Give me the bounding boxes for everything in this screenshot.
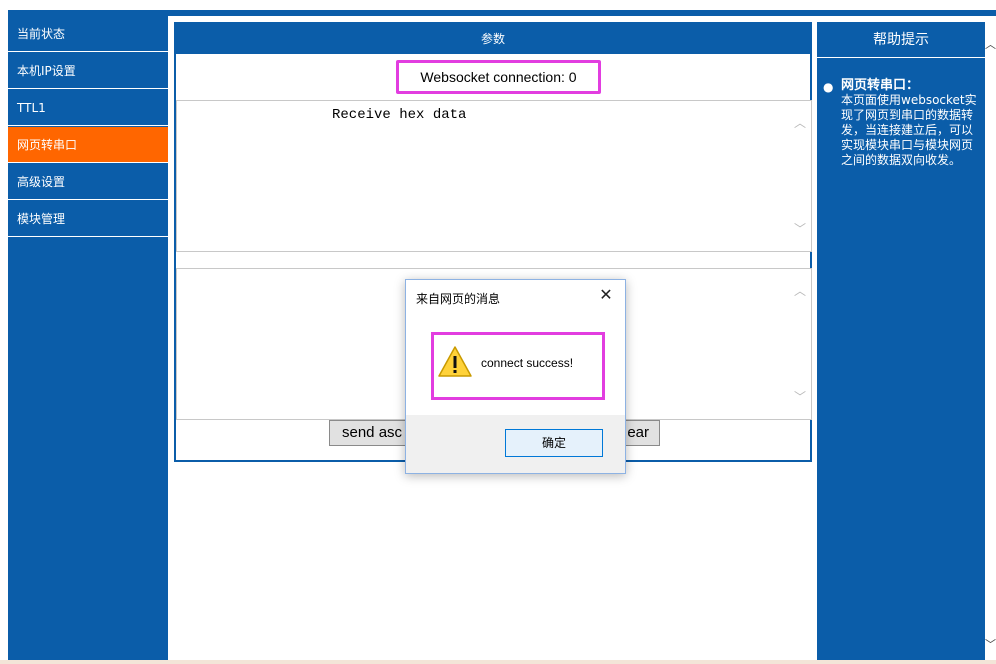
sidebar-item-ip-settings[interactable]: 本机IP设置 xyxy=(8,53,168,89)
sidebar-item-label: 网页转串口 xyxy=(17,138,78,152)
sidebar-item-label: 当前状态 xyxy=(17,27,66,41)
dialog-title: 来自网页的消息 xyxy=(416,292,501,306)
sidebar-item-web-to-serial[interactable]: 网页转串口 xyxy=(8,127,168,163)
dialog-message-box: connect success! xyxy=(431,332,605,400)
sidebar-item-label: TTL1 xyxy=(17,101,46,115)
sidebar-item-module-management[interactable]: 模块管理 xyxy=(8,201,168,237)
sidebar-item-ttl1[interactable]: TTL1 xyxy=(8,90,168,126)
page-scrollbar[interactable]: ︿ ﹀ xyxy=(985,22,996,662)
help-content: ● 网页转串口： 本页面使用websocket实现了网页到串口的数据转发，当连接… xyxy=(823,78,979,168)
help-title: 帮助提示 xyxy=(817,22,985,58)
receive-hex-label: Receive hex data xyxy=(332,107,467,123)
scroll-up-icon[interactable]: ︿ xyxy=(985,38,996,52)
ok-button[interactable]: 确定 xyxy=(505,429,603,457)
sidebar: 当前状态 本机IP设置 TTL1 网页转串口 高级设置 模块管理 xyxy=(8,16,168,662)
scroll-down-icon[interactable]: ﹀ xyxy=(985,638,996,652)
help-heading: 网页转串口： xyxy=(841,78,920,93)
dialog-footer: 确定 xyxy=(406,415,625,473)
sidebar-item-current-status[interactable]: 当前状态 xyxy=(8,16,168,52)
scroll-up-icon[interactable]: ︿ xyxy=(793,117,807,131)
close-icon[interactable]: ✕ xyxy=(596,285,616,305)
help-text: 本页面使用websocket实现了网页到串口的数据转发，当连接建立后，可以实现模… xyxy=(841,93,977,167)
help-panel: 帮助提示 ● 网页转串口： 本页面使用websocket实现了网页到串口的数据转… xyxy=(817,22,985,662)
warning-icon xyxy=(438,346,472,377)
sidebar-item-label: 高级设置 xyxy=(17,175,66,189)
receive-textarea[interactable]: Receive hex data ︿ ﹀ xyxy=(176,100,812,252)
scroll-down-icon[interactable]: ﹀ xyxy=(793,223,807,237)
sidebar-item-label: 本机IP设置 xyxy=(17,64,76,78)
alert-dialog: 来自网页的消息 ✕ connect success! 确定 xyxy=(405,279,626,474)
scroll-up-icon[interactable]: ︿ xyxy=(793,285,807,299)
bottom-divider xyxy=(0,660,996,664)
websocket-connection-status: Websocket connection: 0 xyxy=(396,60,601,94)
bullet-icon: ● xyxy=(823,80,834,94)
scroll-down-icon[interactable]: ﹀ xyxy=(793,391,807,405)
sidebar-item-label: 模块管理 xyxy=(17,212,66,226)
sidebar-item-advanced-settings[interactable]: 高级设置 xyxy=(8,164,168,200)
panel-title: 参数 xyxy=(176,24,810,54)
dialog-message: connect success! xyxy=(481,356,574,370)
